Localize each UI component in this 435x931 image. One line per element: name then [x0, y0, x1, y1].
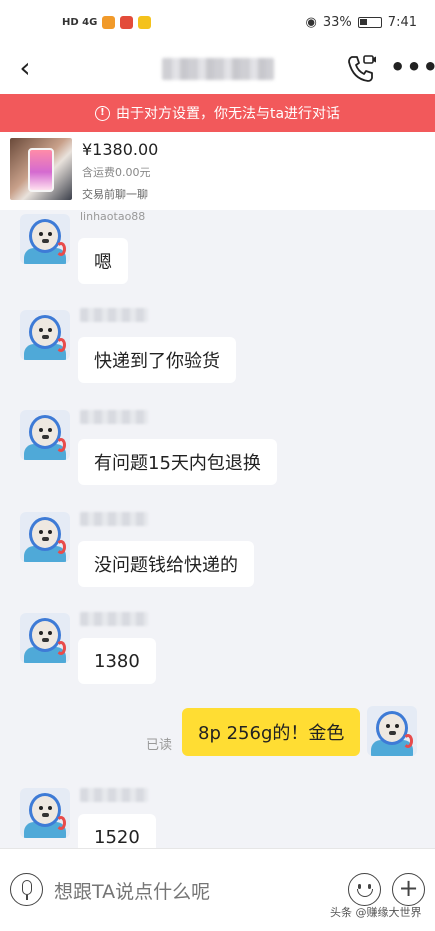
emoji-icon[interactable]	[348, 873, 381, 906]
read-status: 已读	[146, 738, 173, 753]
message-bubble[interactable]: 嗯	[78, 238, 128, 284]
message-bubble[interactable]: 快递到了你验货	[78, 337, 236, 383]
message-bubble[interactable]: 1520	[78, 814, 156, 848]
app-notification-icon	[138, 15, 152, 29]
microphone-icon[interactable]	[10, 873, 43, 906]
avatar[interactable]	[20, 512, 70, 562]
plus-icon[interactable]: +	[392, 873, 425, 906]
my-message-bubble[interactable]: 8p 256g的！金色	[182, 708, 361, 756]
warning-icon: !	[94, 105, 110, 121]
battery-icon	[357, 16, 382, 28]
my-avatar[interactable]	[367, 706, 417, 756]
app-notification-icon	[120, 15, 134, 29]
avatar[interactable]	[20, 214, 70, 264]
message-list[interactable]: linhaotao88 嗯 快递到了你验货 有问题15天内包退换 没问题钱给快递…	[0, 210, 435, 848]
network-indicator: HD 4G	[62, 16, 98, 28]
banner-text: 由于对方设置，你无法与ta进行对话	[115, 106, 341, 122]
product-thumbnail[interactable]	[10, 138, 72, 200]
avatar[interactable]	[20, 410, 70, 460]
sender-name-blurred	[80, 788, 148, 802]
product-price: ¥1380.00	[82, 140, 159, 159]
chevron-left-icon[interactable]: ‹	[10, 52, 40, 86]
sender-name-blurred	[80, 308, 148, 322]
message-input[interactable]	[54, 879, 324, 905]
status-right: ◉ 33% 7:41	[306, 15, 417, 30]
app-notification-icon	[102, 15, 116, 29]
avatar[interactable]	[20, 613, 70, 663]
more-dots-icon[interactable]: •••	[390, 52, 435, 84]
status-bar: HD 4G ◉ 33% 7:41	[0, 0, 435, 44]
message-bubble[interactable]: 没问题钱给快递的	[78, 541, 254, 587]
status-left: HD 4G	[62, 15, 152, 29]
blocked-banner: ! 由于对方设置，你无法与ta进行对话	[0, 94, 435, 132]
product-shipping: 含运费0.00元	[82, 166, 151, 179]
contact-name-blurred	[162, 58, 274, 80]
chat-header: ‹ •••	[0, 44, 435, 94]
avatar[interactable]	[20, 310, 70, 360]
eye-icon: ◉	[305, 14, 317, 30]
sender-name-blurred	[80, 512, 148, 526]
avatar[interactable]	[20, 788, 70, 838]
message-bubble[interactable]: 有问题15天内包退换	[78, 439, 277, 485]
clock: 7:41	[387, 14, 417, 30]
battery-percent: 33%	[322, 14, 352, 30]
message-bubble[interactable]: 1380	[78, 638, 156, 684]
sender-name-blurred	[80, 612, 148, 626]
product-note: 交易前聊一聊	[82, 188, 148, 201]
sender-name: linhaotao88	[80, 210, 146, 223]
sender-name-blurred	[80, 410, 148, 424]
watermark: 头条 @赚缘大世界	[330, 906, 422, 919]
phone-video-icon[interactable]	[345, 53, 377, 85]
product-card[interactable]: ¥1380.00 含运费0.00元 交易前聊一聊	[0, 132, 435, 210]
